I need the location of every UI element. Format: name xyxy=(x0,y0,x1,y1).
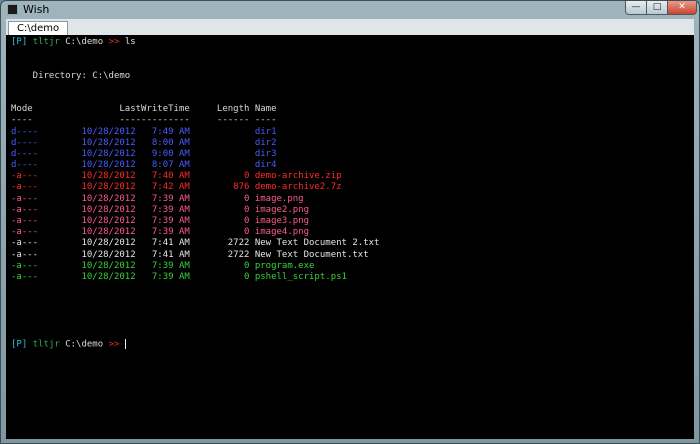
file-row: d---- 10/28/2012 8:07 AM dir4 xyxy=(11,160,277,171)
listing-underline: ---- ------------- ------ ---- xyxy=(11,115,277,126)
file-row: -a--- 10/28/2012 7:39 AM 0 image.png xyxy=(11,193,304,204)
file-row: d---- 10/28/2012 9:00 AM dir3 xyxy=(11,148,277,159)
tab-strip: C:\demo xyxy=(6,19,694,35)
window-title: Wish xyxy=(23,3,50,16)
file-row: d---- 10/28/2012 7:49 AM dir1 xyxy=(11,126,277,137)
tab-demo[interactable]: C:\demo xyxy=(8,21,69,35)
prompt-user: tltjr xyxy=(32,37,60,47)
prompt-path: C:\demo xyxy=(65,37,104,47)
prompt-command: ls xyxy=(124,37,136,47)
file-row: -a--- 10/28/2012 7:39 AM 0 pshell_script… xyxy=(11,271,347,282)
close-icon: ✕ xyxy=(678,2,686,12)
current-prompt-line[interactable]: [P] tltjr C:\demo >> xyxy=(11,339,379,350)
prompt-line: [P] tltjr C:\demo >> ls xyxy=(11,37,379,48)
file-row: -a--- 10/28/2012 7:39 AM 0 image2.png xyxy=(11,204,310,215)
prompt-bracket: [P] xyxy=(11,37,28,47)
current-prompt-user: tltjr xyxy=(32,339,60,350)
file-row: -a--- 10/28/2012 7:42 AM 876 demo-archiv… xyxy=(11,182,342,193)
close-button[interactable]: ✕ xyxy=(667,1,697,15)
current-prompt-path: C:\demo xyxy=(65,339,104,350)
file-row: d---- 10/28/2012 8:00 AM dir2 xyxy=(11,137,277,148)
file-row: -a--- 10/28/2012 7:39 AM 0 image4.png xyxy=(11,227,310,238)
directory-line: Directory: C:\demo xyxy=(11,70,131,81)
terminal-output[interactable]: [P] tltjr C:\demo >> ls Directory: C:\de… xyxy=(6,35,694,439)
file-row: -a--- 10/28/2012 7:41 AM 2722 New Text D… xyxy=(11,249,369,260)
app-icon xyxy=(7,4,18,15)
current-prompt-arrows: >> xyxy=(108,339,120,350)
file-row: -a--- 10/28/2012 7:39 AM 0 program.exe xyxy=(11,260,315,271)
minimize-button[interactable]: — xyxy=(625,1,647,15)
prompt-arrows: >> xyxy=(108,37,120,47)
title-bar[interactable]: Wish — □ ✕ xyxy=(1,1,699,19)
listing-rows: d---- 10/28/2012 7:49 AM dir1 d---- 10/28… xyxy=(11,127,379,284)
text-cursor xyxy=(124,339,126,350)
maximize-icon: □ xyxy=(652,2,662,12)
current-prompt-bracket: [P] xyxy=(11,339,28,350)
maximize-button[interactable]: □ xyxy=(646,1,668,15)
file-row: -a--- 10/28/2012 7:41 AM 2722 New Text D… xyxy=(11,238,380,249)
app-window: Wish — □ ✕ C:\demo [P] tltjr C:\demo >> … xyxy=(0,0,700,444)
file-row: -a--- 10/28/2012 7:39 AM 0 image3.png xyxy=(11,216,310,226)
minimize-icon: — xyxy=(631,2,641,12)
terminal-lines: [P] tltjr C:\demo >> ls Directory: C:\de… xyxy=(11,37,379,350)
file-row: -a--- 10/28/2012 7:40 AM 0 demo-archive.… xyxy=(11,171,342,182)
listing-header: Mode LastWriteTime Length Name xyxy=(11,104,277,115)
